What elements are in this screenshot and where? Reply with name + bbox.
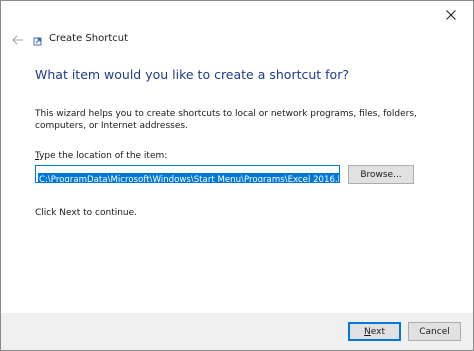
- location-label: Type the location of the item:: [35, 151, 167, 161]
- back-arrow-icon: [12, 35, 23, 45]
- location-label-text: ype the location of the item:: [39, 151, 168, 161]
- main-instruction: What item would you like to create a sho…: [35, 67, 349, 82]
- create-shortcut-dialog: Create Shortcut What item would you like…: [0, 0, 474, 351]
- back-button[interactable]: [9, 31, 27, 49]
- cancel-button[interactable]: Cancel: [408, 322, 461, 341]
- shortcut-wizard-icon: [33, 37, 42, 46]
- wizard-description: This wizard helps you to create shortcut…: [35, 109, 417, 131]
- wizard-header: Create Shortcut: [1, 29, 473, 51]
- dialog-footer: Next Cancel: [1, 313, 473, 350]
- continue-instruction: Click Next to continue.: [35, 208, 138, 218]
- title-bar: [1, 1, 473, 29]
- next-button-label: Next: [364, 327, 385, 337]
- next-button-rest: ext: [370, 326, 385, 337]
- dialog-title: Create Shortcut: [49, 33, 128, 44]
- close-button[interactable]: [429, 1, 473, 29]
- browse-button[interactable]: Browse...: [348, 165, 414, 184]
- browse-button-label: Browse...: [360, 169, 402, 180]
- next-button[interactable]: Next: [348, 322, 401, 341]
- close-icon: [446, 10, 456, 20]
- cancel-button-label: Cancel: [419, 326, 450, 337]
- location-input-value: C:\ProgramData\Microsoft\Windows\Start M…: [38, 173, 339, 182]
- next-button-mnemonic: N: [364, 326, 371, 337]
- location-input[interactable]: C:\ProgramData\Microsoft\Windows\Start M…: [35, 165, 340, 183]
